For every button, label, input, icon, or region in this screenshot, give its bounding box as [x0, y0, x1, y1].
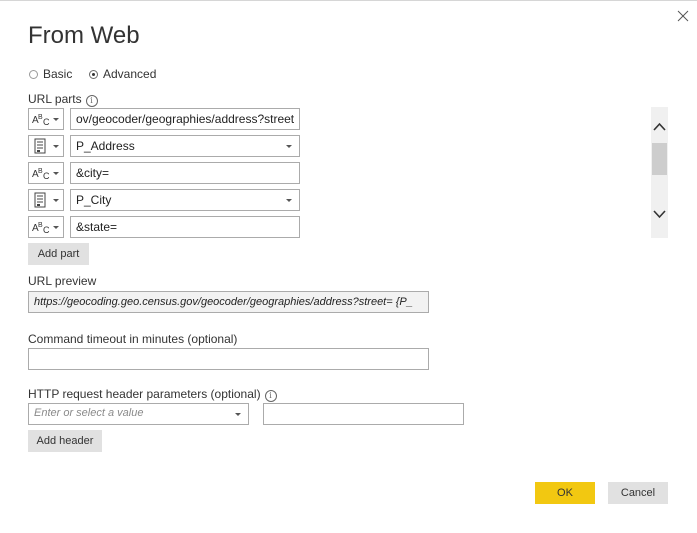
radio-advanced[interactable]: Advanced	[89, 66, 156, 82]
scroll-down-button[interactable]	[651, 206, 668, 222]
chevron-down-icon	[53, 226, 59, 229]
chevron-down-icon	[53, 118, 59, 121]
command-timeout-input[interactable]	[28, 348, 429, 370]
chevron-down-icon	[653, 210, 666, 219]
chevron-up-icon	[653, 122, 666, 131]
http-headers-label: HTTP request header parameters (optional…	[28, 387, 261, 401]
chevron-down-icon	[235, 413, 241, 416]
abc-text-icon: A B C	[32, 222, 50, 235]
svg-text:C: C	[43, 117, 50, 127]
url-preview-field: https://geocoding.geo.census.gov/geocode…	[28, 291, 429, 313]
url-part-input[interactable]	[70, 216, 300, 238]
part-type-dropdown[interactable]	[28, 135, 64, 157]
part-type-dropdown[interactable]: A B C	[28, 108, 64, 130]
chevron-down-icon	[286, 145, 292, 148]
part-type-dropdown[interactable]: A B C	[28, 162, 64, 184]
command-timeout-label: Command timeout in minutes (optional)	[28, 332, 238, 346]
svg-text:C: C	[43, 225, 50, 235]
header-name-placeholder: Enter or select a value	[34, 407, 144, 419]
info-icon[interactable]: i	[85, 95, 98, 107]
http-headers-heading: HTTP request header parameters (optional…	[28, 387, 277, 402]
dialog-title: From Web	[28, 22, 140, 49]
radio-advanced-circle[interactable]	[89, 69, 98, 79]
scrollbar-thumb[interactable]	[652, 143, 667, 175]
parameter-icon	[34, 192, 46, 208]
radio-advanced-label: Advanced	[103, 67, 157, 81]
add-part-button[interactable]: Add part	[28, 243, 89, 265]
scroll-up-button[interactable]	[651, 119, 668, 135]
radio-basic-label: Basic	[43, 67, 73, 81]
radio-basic-circle[interactable]	[29, 69, 38, 79]
parameter-select-value: P_City	[76, 193, 112, 207]
url-part-parameter-select[interactable]: P_Address	[70, 135, 300, 157]
chevron-down-icon	[53, 199, 59, 202]
abc-text-icon: A B C	[32, 168, 50, 181]
chevron-down-icon	[53, 145, 59, 148]
url-part-input[interactable]	[70, 162, 300, 184]
url-preview-label: URL preview	[28, 274, 97, 288]
close-icon	[677, 10, 689, 22]
info-icon[interactable]: i	[264, 390, 277, 402]
ok-button[interactable]: OK	[535, 482, 595, 504]
url-part-parameter-select[interactable]: P_City	[70, 189, 300, 211]
add-header-button[interactable]: Add header	[28, 430, 102, 452]
url-parts-heading: URL parts i	[28, 92, 98, 107]
close-button[interactable]	[674, 7, 692, 25]
abc-text-icon: A B C	[32, 114, 50, 127]
url-parts-scrollbar[interactable]	[651, 107, 668, 238]
cancel-button[interactable]: Cancel	[608, 482, 668, 504]
parameter-icon	[34, 138, 46, 154]
url-parts-label: URL parts	[28, 92, 82, 106]
part-type-dropdown[interactable]: A B C	[28, 216, 64, 238]
url-part-input[interactable]	[70, 108, 300, 130]
part-type-dropdown[interactable]	[28, 189, 64, 211]
header-value-input[interactable]	[263, 403, 464, 425]
chevron-down-icon	[53, 172, 59, 175]
radio-basic[interactable]: Basic	[29, 66, 72, 82]
parameter-select-value: P_Address	[76, 139, 135, 153]
svg-text:C: C	[43, 171, 50, 181]
window-top-border	[0, 0, 697, 4]
header-name-combobox[interactable]: Enter or select a value	[28, 403, 249, 425]
chevron-down-icon	[286, 199, 292, 202]
